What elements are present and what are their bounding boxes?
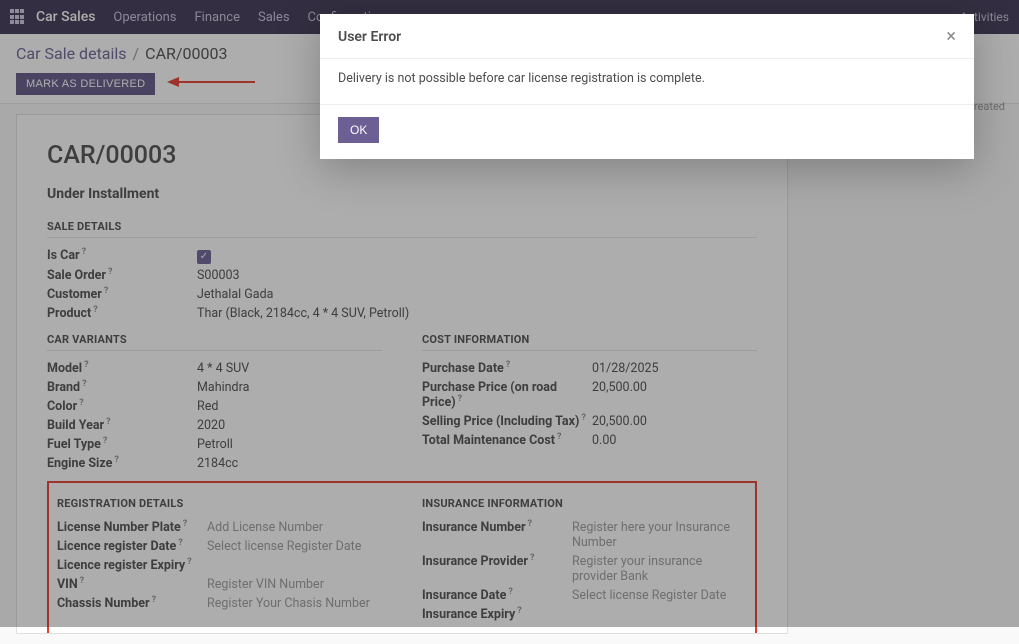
modal-message: Delivery is not possible before car lice… xyxy=(320,58,974,105)
error-modal: User Error × Delivery is not possible be… xyxy=(320,14,974,159)
close-icon[interactable]: × xyxy=(946,28,956,46)
ok-button[interactable]: OK xyxy=(338,117,379,143)
modal-title: User Error xyxy=(338,29,401,45)
